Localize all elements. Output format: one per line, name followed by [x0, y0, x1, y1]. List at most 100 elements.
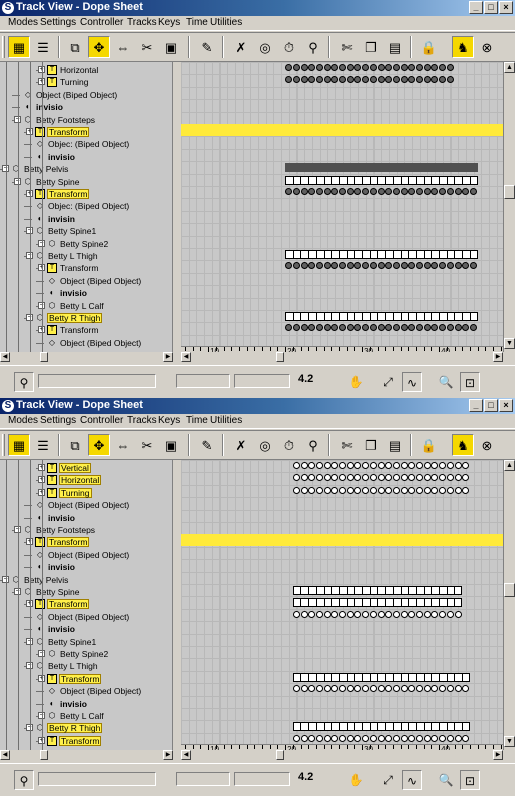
animation-key[interactable] — [377, 462, 385, 469]
slide-keys-icon[interactable]: ⇔ — [112, 434, 134, 456]
selected-track-bar[interactable] — [181, 124, 503, 136]
reverse-time-icon[interactable]: ◎ — [254, 434, 276, 456]
toolbar-grip[interactable] — [2, 434, 5, 456]
horizontal-scrollbar[interactable]: ◀ ▶ ◀ ▶ — [0, 352, 515, 362]
animation-key[interactable] — [454, 685, 462, 693]
animation-key[interactable] — [369, 486, 377, 494]
animation-key[interactable] — [423, 685, 431, 693]
tree-row[interactable]: +TTransform — [0, 673, 168, 685]
animation-key[interactable] — [469, 188, 477, 195]
tree-row[interactable]: ◐ invisin — [0, 213, 168, 225]
animation-key[interactable] — [400, 188, 408, 195]
modify-subtree-icon[interactable]: ⊗ — [476, 36, 498, 58]
tree-row[interactable]: +TTransform — [0, 735, 168, 747]
animation-key[interactable] — [339, 462, 346, 469]
menu-time[interactable]: Time — [186, 17, 208, 28]
animation-key[interactable] — [377, 685, 385, 693]
paste-time-icon[interactable]: ▤ — [384, 434, 406, 456]
animation-key[interactable] — [423, 462, 431, 469]
edit-keys-icon[interactable]: ▦ — [8, 434, 30, 456]
track-name-field[interactable] — [38, 374, 156, 388]
scale-time-icon[interactable]: ⏱ — [278, 434, 300, 456]
tree-row[interactable]: +TTransform — [0, 126, 168, 138]
track-name-field[interactable] — [38, 772, 156, 786]
animation-key[interactable] — [377, 262, 385, 270]
animation-key[interactable] — [462, 734, 470, 742]
tree-row[interactable]: −⬡Betty Pelvis — [0, 574, 168, 586]
animation-key[interactable] — [300, 188, 308, 195]
animation-key[interactable] — [362, 610, 370, 618]
animation-key[interactable] — [323, 76, 331, 84]
animation-key[interactable] — [346, 685, 354, 693]
animation-key[interactable] — [369, 188, 377, 195]
animation-key[interactable] — [416, 188, 423, 195]
zoom-selected-object-icon[interactable]: ⚲ — [14, 372, 34, 392]
maximize-button[interactable]: □ — [484, 399, 498, 412]
zoom-selected-object-icon[interactable]: ⚲ — [14, 770, 34, 790]
tree-scroll-right-icon[interactable]: ▶ — [163, 750, 173, 760]
tree-row[interactable]: −⬡Betty Spine2 — [0, 648, 168, 660]
animation-key[interactable] — [323, 685, 331, 693]
selected-track-bar[interactable] — [181, 534, 503, 547]
tree-row[interactable]: −⬡Betty L Thigh — [0, 250, 168, 262]
scroll-down-icon[interactable]: ▼ — [504, 736, 515, 747]
animation-key[interactable] — [377, 188, 385, 195]
lock-selection-icon[interactable]: 🔒 — [418, 434, 440, 456]
animation-key[interactable] — [446, 486, 454, 494]
animation-key[interactable] — [323, 462, 331, 469]
snap-frames-icon[interactable]: ♞ — [452, 36, 474, 58]
animation-key[interactable] — [385, 486, 393, 494]
animation-key[interactable] — [385, 610, 393, 618]
menu-modes[interactable]: Modes — [8, 415, 38, 426]
animation-key[interactable] — [392, 486, 400, 494]
copy-time-icon[interactable]: ❐ — [360, 36, 382, 58]
vertical-scrollbar[interactable]: ▲ ▼ — [503, 460, 515, 760]
animation-key[interactable] — [323, 324, 331, 332]
zoom-horizontal-extents-icon[interactable]: ⤢ — [378, 770, 398, 790]
tree-row[interactable]: +TTransform — [0, 324, 168, 336]
animation-key[interactable] — [292, 64, 300, 71]
zoom-icon[interactable]: 🔍 — [436, 770, 456, 790]
animation-key[interactable] — [423, 486, 431, 494]
tree-row[interactable]: +TTransform — [0, 188, 168, 200]
scroll-up-icon[interactable]: ▲ — [504, 62, 515, 73]
animation-key[interactable] — [346, 486, 354, 494]
animation-key[interactable] — [416, 462, 423, 469]
title-bar[interactable]: S Track View - Dope Sheet _ □ × — [0, 0, 515, 16]
tree-row[interactable]: −⬡Betty L Calf — [0, 710, 168, 722]
tree-row[interactable]: −⬡Betty Spine2 — [0, 238, 168, 250]
animation-key[interactable] — [292, 486, 300, 494]
key-range-box[interactable] — [285, 175, 478, 185]
add-keys-icon[interactable]: ✂ — [136, 36, 158, 58]
tree-row[interactable]: +TTurning — [0, 76, 168, 88]
menu-time[interactable]: Time — [186, 415, 208, 426]
animation-key[interactable] — [377, 474, 385, 482]
tree-row[interactable]: ◐invisio — [0, 561, 168, 573]
animation-key[interactable] — [400, 474, 408, 482]
animation-key[interactable] — [362, 486, 370, 494]
key-range-box[interactable] — [285, 250, 478, 259]
animation-key[interactable] — [392, 610, 400, 618]
animation-key[interactable] — [377, 64, 385, 71]
tree-row[interactable]: ◇ Objec: (Biped Object) — [0, 200, 168, 212]
tree-row[interactable]: +TVertical — [0, 462, 168, 474]
animation-key[interactable] — [454, 734, 462, 742]
menu-utilities[interactable]: Utilities — [210, 415, 242, 426]
animation-key[interactable] — [392, 734, 400, 742]
animation-key[interactable] — [315, 734, 323, 742]
animation-key[interactable] — [300, 474, 308, 482]
lock-selection-icon[interactable]: 🔒 — [418, 36, 440, 58]
toolbar-grip[interactable] — [2, 36, 5, 58]
filters-icon[interactable]: ⧉ — [64, 434, 86, 456]
tree-row[interactable]: ◇Object (Biped Object) — [0, 685, 168, 697]
animation-key[interactable] — [400, 462, 408, 469]
animation-key[interactable] — [292, 734, 300, 742]
menu-utilities[interactable]: Utilities — [210, 17, 242, 28]
move-keys-icon[interactable]: ✥ — [88, 36, 110, 58]
animation-key[interactable] — [369, 462, 377, 469]
tree-scroll-right-icon[interactable]: ▶ — [163, 352, 173, 362]
key-time-field[interactable] — [176, 772, 230, 786]
tree-row[interactable]: +THorizontal — [0, 474, 168, 486]
tree-row[interactable]: −⬡Betty Spine1 — [0, 225, 168, 237]
animation-key[interactable] — [315, 610, 323, 618]
